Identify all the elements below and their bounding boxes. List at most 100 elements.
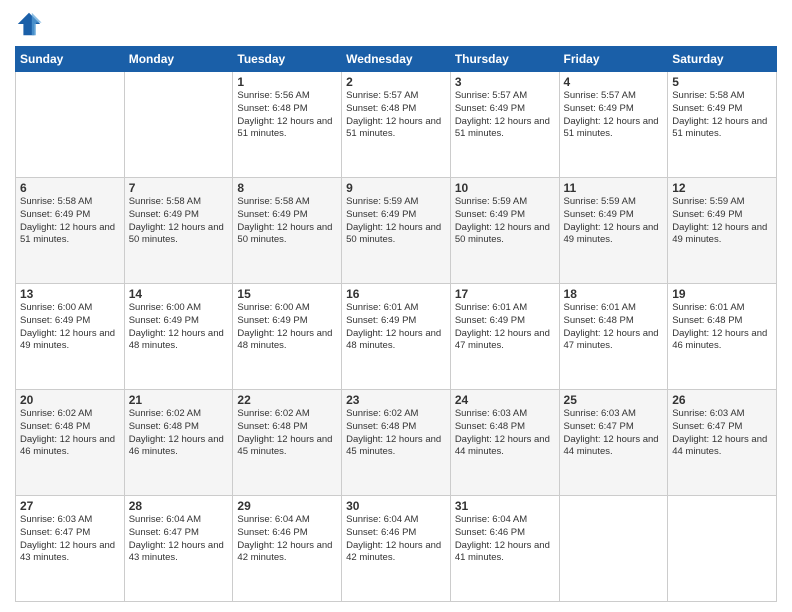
day-info: Sunrise: 6:04 AM Sunset: 6:46 PM Dayligh…	[346, 514, 446, 565]
day-number: 3	[455, 75, 555, 89]
day-info: Sunrise: 6:00 AM Sunset: 6:49 PM Dayligh…	[237, 302, 337, 353]
day-info: Sunrise: 6:01 AM Sunset: 6:48 PM Dayligh…	[564, 302, 664, 353]
day-number: 15	[237, 287, 337, 301]
calendar-cell: 4Sunrise: 5:57 AM Sunset: 6:49 PM Daylig…	[559, 72, 668, 178]
week-row-2: 6Sunrise: 5:58 AM Sunset: 6:49 PM Daylig…	[16, 178, 777, 284]
day-info: Sunrise: 6:03 AM Sunset: 6:48 PM Dayligh…	[455, 408, 555, 459]
day-number: 21	[129, 393, 229, 407]
day-number: 29	[237, 499, 337, 513]
day-info: Sunrise: 5:58 AM Sunset: 6:49 PM Dayligh…	[237, 196, 337, 247]
calendar-cell: 27Sunrise: 6:03 AM Sunset: 6:47 PM Dayli…	[16, 496, 125, 602]
week-row-3: 13 Sunrise: 6:00 AM Sunset: 6:49 PM Dayli…	[16, 284, 777, 390]
day-number: 22	[237, 393, 337, 407]
day-info: Sunrise: 6:01 AM Sunset: 6:49 PM Dayligh…	[455, 302, 555, 353]
calendar-cell: 11Sunrise: 5:59 AM Sunset: 6:49 PM Dayli…	[559, 178, 668, 284]
calendar-cell: 15Sunrise: 6:00 AM Sunset: 6:49 PM Dayli…	[233, 284, 342, 390]
weekday-header-tuesday: Tuesday	[233, 47, 342, 72]
calendar-cell: 24Sunrise: 6:03 AM Sunset: 6:48 PM Dayli…	[450, 390, 559, 496]
calendar-cell: 21Sunrise: 6:02 AM Sunset: 6:48 PM Dayli…	[124, 390, 233, 496]
week-row-4: 20Sunrise: 6:02 AM Sunset: 6:48 PM Dayli…	[16, 390, 777, 496]
weekday-header-thursday: Thursday	[450, 47, 559, 72]
day-number: 14	[129, 287, 229, 301]
day-info: Sunrise: 5:58 AM Sunset: 6:49 PM Dayligh…	[129, 196, 229, 247]
day-info: Sunrise: 6:02 AM Sunset: 6:48 PM Dayligh…	[346, 408, 446, 459]
calendar-cell: 29Sunrise: 6:04 AM Sunset: 6:46 PM Dayli…	[233, 496, 342, 602]
day-info: Sunrise: 6:01 AM Sunset: 6:49 PM Dayligh…	[346, 302, 446, 353]
day-info: Sunrise: 5:57 AM Sunset: 6:49 PM Dayligh…	[455, 90, 555, 141]
page: SundayMondayTuesdayWednesdayThursdayFrid…	[0, 0, 792, 612]
calendar-cell	[559, 496, 668, 602]
day-info: Sunrise: 5:56 AM Sunset: 6:48 PM Dayligh…	[237, 90, 337, 141]
calendar-cell: 14Sunrise: 6:00 AM Sunset: 6:49 PM Dayli…	[124, 284, 233, 390]
weekday-header-friday: Friday	[559, 47, 668, 72]
day-info: Sunrise: 5:58 AM Sunset: 6:49 PM Dayligh…	[20, 196, 120, 247]
day-info: Sunrise: 6:03 AM Sunset: 6:47 PM Dayligh…	[672, 408, 772, 459]
day-info: Sunrise: 5:57 AM Sunset: 6:48 PM Dayligh…	[346, 90, 446, 141]
calendar-cell	[124, 72, 233, 178]
day-info: Sunrise: 6:02 AM Sunset: 6:48 PM Dayligh…	[20, 408, 120, 459]
day-number: 11	[564, 181, 664, 195]
day-number: 2	[346, 75, 446, 89]
day-info: Sunrise: 5:57 AM Sunset: 6:49 PM Dayligh…	[564, 90, 664, 141]
calendar-cell: 31Sunrise: 6:04 AM Sunset: 6:46 PM Dayli…	[450, 496, 559, 602]
day-number: 9	[346, 181, 446, 195]
calendar-cell: 25Sunrise: 6:03 AM Sunset: 6:47 PM Dayli…	[559, 390, 668, 496]
calendar-cell: 7Sunrise: 5:58 AM Sunset: 6:49 PM Daylig…	[124, 178, 233, 284]
calendar-cell: 2Sunrise: 5:57 AM Sunset: 6:48 PM Daylig…	[342, 72, 451, 178]
day-number: 31	[455, 499, 555, 513]
day-info: Sunrise: 5:59 AM Sunset: 6:49 PM Dayligh…	[346, 196, 446, 247]
calendar-cell: 19Sunrise: 6:01 AM Sunset: 6:48 PM Dayli…	[668, 284, 777, 390]
calendar-cell: 22Sunrise: 6:02 AM Sunset: 6:48 PM Dayli…	[233, 390, 342, 496]
calendar-cell: 3Sunrise: 5:57 AM Sunset: 6:49 PM Daylig…	[450, 72, 559, 178]
day-info: Sunrise: 6:00 AM Sunset: 6:49 PM Dayligh…	[129, 302, 229, 353]
day-number: 7	[129, 181, 229, 195]
day-number: 17	[455, 287, 555, 301]
calendar-table: SundayMondayTuesdayWednesdayThursdayFrid…	[15, 46, 777, 602]
calendar-cell: 8Sunrise: 5:58 AM Sunset: 6:49 PM Daylig…	[233, 178, 342, 284]
calendar-cell: 13Sunrise: 6:00 AM Sunset: 6:49 PM Dayli…	[16, 284, 125, 390]
weekday-header-sunday: Sunday	[16, 47, 125, 72]
calendar-cell: 23Sunrise: 6:02 AM Sunset: 6:48 PM Dayli…	[342, 390, 451, 496]
calendar-cell	[16, 72, 125, 178]
day-info: Sunrise: 5:59 AM Sunset: 6:49 PM Dayligh…	[672, 196, 772, 247]
day-info: Sunrise: 6:04 AM Sunset: 6:46 PM Dayligh…	[237, 514, 337, 565]
calendar-cell: 9Sunrise: 5:59 AM Sunset: 6:49 PM Daylig…	[342, 178, 451, 284]
day-info: Sunrise: 6:02 AM Sunset: 6:48 PM Dayligh…	[129, 408, 229, 459]
calendar-cell: 26Sunrise: 6:03 AM Sunset: 6:47 PM Dayli…	[668, 390, 777, 496]
day-number: 20	[20, 393, 120, 407]
day-number: 26	[672, 393, 772, 407]
header	[15, 10, 777, 38]
day-info: Sunrise: 6:04 AM Sunset: 6:46 PM Dayligh…	[455, 514, 555, 565]
day-info: Sunrise: 5:59 AM Sunset: 6:49 PM Dayligh…	[455, 196, 555, 247]
calendar-cell: 12Sunrise: 5:59 AM Sunset: 6:49 PM Dayli…	[668, 178, 777, 284]
day-number: 12	[672, 181, 772, 195]
calendar-cell: 6Sunrise: 5:58 AM Sunset: 6:49 PM Daylig…	[16, 178, 125, 284]
day-info: Sunrise: 6:02 AM Sunset: 6:48 PM Dayligh…	[237, 408, 337, 459]
logo-icon	[15, 10, 43, 38]
calendar-cell: 5Sunrise: 5:58 AM Sunset: 6:49 PM Daylig…	[668, 72, 777, 178]
calendar-cell: 30Sunrise: 6:04 AM Sunset: 6:46 PM Dayli…	[342, 496, 451, 602]
calendar-cell: 1Sunrise: 5:56 AM Sunset: 6:48 PM Daylig…	[233, 72, 342, 178]
day-info: Sunrise: 6:04 AM Sunset: 6:47 PM Dayligh…	[129, 514, 229, 565]
day-number: 25	[564, 393, 664, 407]
day-number: 8	[237, 181, 337, 195]
calendar-cell: 20Sunrise: 6:02 AM Sunset: 6:48 PM Dayli…	[16, 390, 125, 496]
day-number: 6	[20, 181, 120, 195]
day-number: 28	[129, 499, 229, 513]
weekday-header-wednesday: Wednesday	[342, 47, 451, 72]
calendar-cell: 17Sunrise: 6:01 AM Sunset: 6:49 PM Dayli…	[450, 284, 559, 390]
day-number: 30	[346, 499, 446, 513]
calendar-cell: 18Sunrise: 6:01 AM Sunset: 6:48 PM Dayli…	[559, 284, 668, 390]
day-number: 10	[455, 181, 555, 195]
calendar-cell: 10Sunrise: 5:59 AM Sunset: 6:49 PM Dayli…	[450, 178, 559, 284]
day-number: 19	[672, 287, 772, 301]
calendar-cell: 16Sunrise: 6:01 AM Sunset: 6:49 PM Dayli…	[342, 284, 451, 390]
day-info: Sunrise: 5:58 AM Sunset: 6:49 PM Dayligh…	[672, 90, 772, 141]
day-number: 18	[564, 287, 664, 301]
day-info: Sunrise: 5:59 AM Sunset: 6:49 PM Dayligh…	[564, 196, 664, 247]
day-number: 24	[455, 393, 555, 407]
day-info: Sunrise: 6:03 AM Sunset: 6:47 PM Dayligh…	[20, 514, 120, 565]
logo	[15, 10, 47, 38]
day-number: 27	[20, 499, 120, 513]
day-number: 13	[20, 287, 120, 301]
